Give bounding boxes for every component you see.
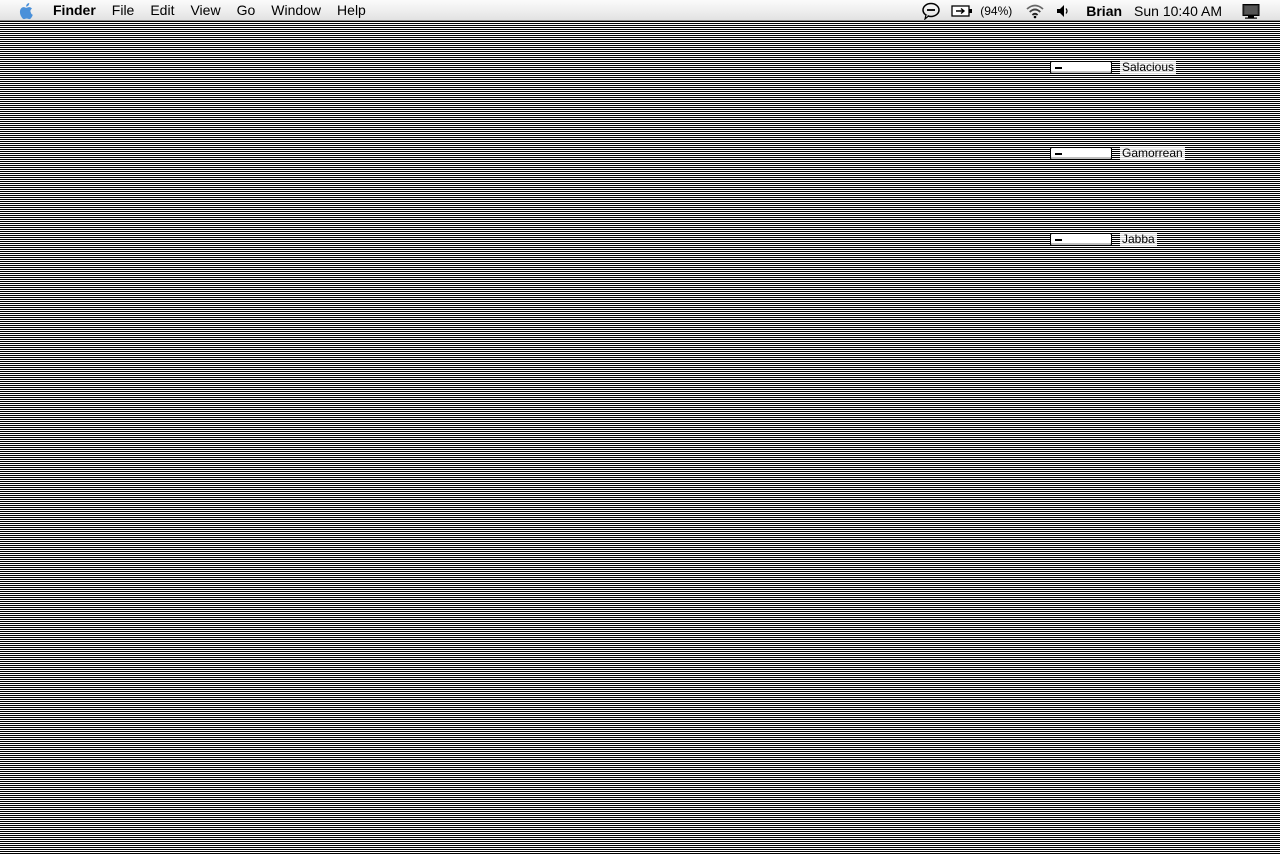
menu-view[interactable]: View [182,0,228,21]
drive-icon[interactable] [1050,146,1112,160]
desktop-drive-salacious[interactable]: Salacious [1050,59,1177,75]
display-icon[interactable] [1241,3,1261,19]
drive-label[interactable]: Gamorrean [1120,146,1185,160]
user-name[interactable]: Brian [1086,3,1122,19]
drive-label[interactable]: Salacious [1120,60,1177,74]
menu-window[interactable]: Window [263,0,329,21]
menu-clock[interactable]: Sun 10:40 AM [1134,3,1222,19]
apple-icon[interactable] [18,2,36,20]
menu-go[interactable]: Go [229,0,264,21]
ichat-status-icon[interactable] [921,2,941,20]
menu-edit[interactable]: Edit [142,0,182,21]
menu-bar-status: (94%) Brian Sun 10:40 AM [916,0,1280,21]
desktop-drive-jabba[interactable]: Jabba [1050,231,1157,247]
drive-icon[interactable] [1050,232,1112,246]
menu-app-finder[interactable]: Finder [45,0,104,21]
battery-icon[interactable] [951,4,973,18]
menu-help[interactable]: Help [329,0,374,21]
battery-percentage: (94%) [980,3,1013,18]
wifi-icon[interactable] [1025,3,1045,19]
volume-icon[interactable] [1055,3,1071,19]
menu-bar-left: Finder File Edit View Go Window Help [0,0,374,21]
desktop-drive-gamorrean[interactable]: Gamorrean [1050,145,1185,161]
drive-icon[interactable] [1050,60,1112,74]
menu-file[interactable]: File [104,0,143,21]
drive-label[interactable]: Jabba [1120,232,1157,246]
menu-bar: Finder File Edit View Go Window Help (94… [0,0,1280,21]
